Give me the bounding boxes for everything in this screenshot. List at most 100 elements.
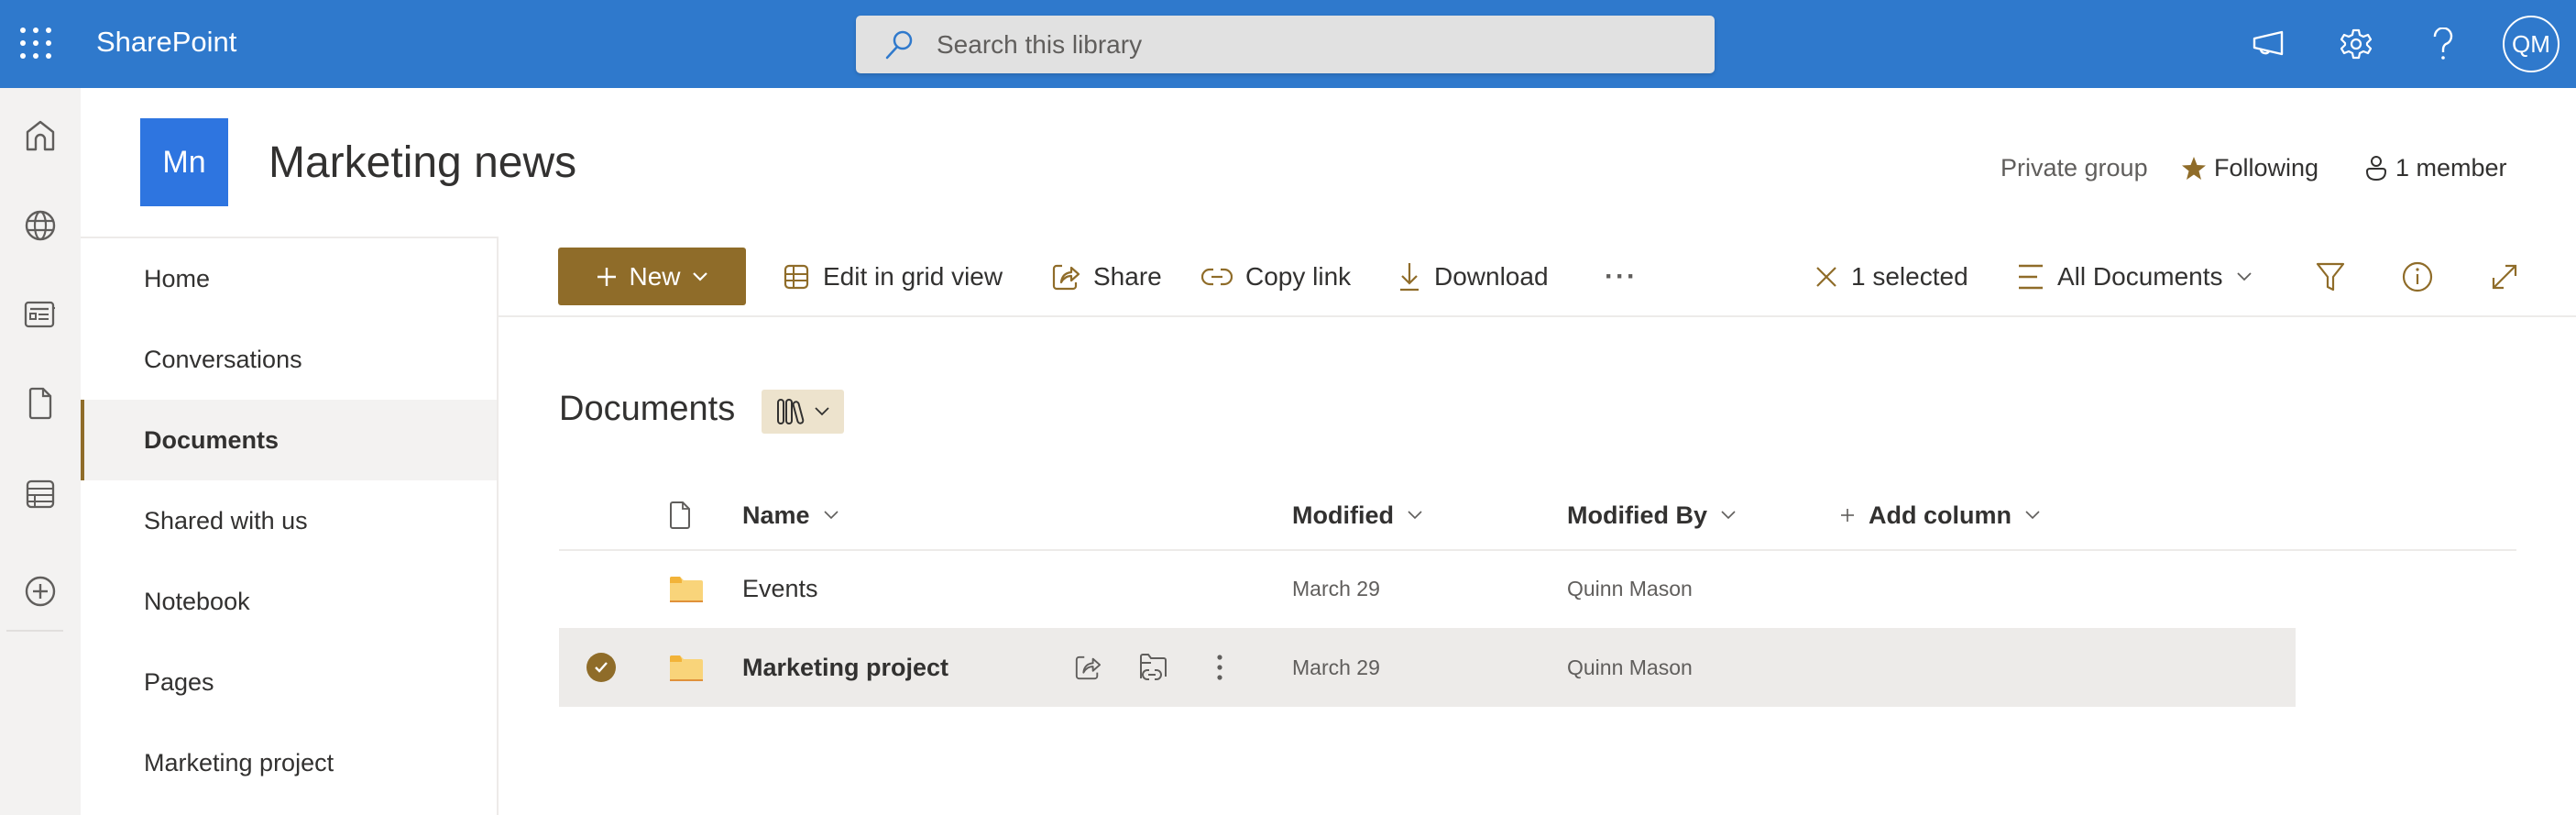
help-icon[interactable] — [2422, 23, 2464, 65]
library-view-switcher[interactable] — [762, 390, 844, 434]
name-column-header[interactable]: Name — [742, 497, 839, 534]
list-icon[interactable] — [16, 470, 64, 518]
gear-icon[interactable] — [2335, 23, 2377, 65]
grid-icon — [784, 264, 809, 289]
row-checkbox-checked[interactable] — [586, 653, 616, 682]
chevron-down-icon — [823, 511, 839, 520]
site-navigation: Home Conversations Documents Shared with… — [81, 237, 499, 815]
file-name-link[interactable]: Marketing project — [742, 628, 948, 707]
chevron-down-icon — [1721, 511, 1736, 520]
chevron-down-icon — [2025, 511, 2040, 520]
close-icon — [1816, 266, 1836, 287]
home-icon[interactable] — [16, 112, 64, 160]
file-type-icon — [670, 501, 690, 529]
privacy-label: Private group — [2001, 154, 2148, 182]
link-icon — [1201, 268, 1233, 285]
nav-item-conversations[interactable]: Conversations — [81, 319, 497, 400]
follow-label: Following — [2214, 154, 2319, 182]
row-more-options-icon[interactable] — [1200, 648, 1239, 687]
chevron-down-icon — [2236, 271, 2252, 281]
copy-link-label: Copy link — [1245, 261, 1352, 291]
nav-item-documents[interactable]: Documents — [81, 400, 497, 480]
follow-button[interactable]: Following — [2181, 154, 2318, 182]
nav-item-pages[interactable]: Pages — [81, 642, 497, 722]
folder-icon — [670, 655, 703, 681]
members-button[interactable]: 1 member — [2364, 154, 2507, 182]
plus-icon — [1841, 509, 1854, 522]
download-icon — [1400, 262, 1419, 291]
filter-button[interactable] — [2316, 248, 2345, 305]
name-column-label: Name — [742, 501, 810, 529]
share-label: Share — [1093, 261, 1162, 291]
info-icon — [2402, 261, 2433, 292]
modified-by[interactable]: Quinn Mason — [1567, 628, 1693, 707]
view-label: All Documents — [2057, 261, 2223, 291]
members-label: 1 member — [2395, 154, 2507, 182]
fullscreen-button[interactable] — [2490, 248, 2519, 305]
nav-item-home[interactable]: Home — [81, 238, 497, 319]
edit-grid-label: Edit in grid view — [823, 261, 1003, 291]
list-row-selected[interactable]: Marketing project March 29 Quinn Mason — [559, 628, 2296, 707]
search-box[interactable] — [856, 16, 1715, 73]
star-filled-icon — [2182, 156, 2206, 180]
row-share-icon[interactable] — [1069, 648, 1107, 687]
user-avatar[interactable]: QM — [2503, 16, 2560, 72]
modified-date: March 29 — [1292, 655, 1380, 679]
expand-icon — [2492, 264, 2517, 289]
app-launcher-waffle-icon[interactable] — [20, 28, 53, 61]
file-name-link[interactable]: Events — [742, 549, 818, 628]
modified-by-column-label: Modified By — [1567, 501, 1707, 529]
site-logo[interactable]: Mn — [140, 118, 228, 206]
suite-header: SharePoint QM — [0, 0, 2576, 88]
file-icon[interactable] — [16, 380, 64, 427]
share-button[interactable]: Share — [1051, 248, 1162, 305]
rail-divider — [6, 630, 63, 632]
command-bar: New Edit in grid view Share Copy link Do… — [499, 237, 2576, 317]
download-button[interactable]: Download — [1398, 248, 1549, 305]
more-actions-button[interactable]: ··· — [1605, 248, 1638, 305]
globe-icon[interactable] — [16, 202, 64, 249]
new-button[interactable]: New — [558, 248, 746, 305]
file-type-column-header[interactable] — [669, 497, 691, 534]
app-brand[interactable]: SharePoint — [96, 26, 236, 59]
modified-by[interactable]: Quinn Mason — [1567, 549, 1693, 628]
view-list-icon — [2019, 264, 2043, 289]
news-icon[interactable] — [16, 291, 64, 338]
selected-count: 1 selected — [1851, 261, 1968, 291]
nav-item-marketing-project[interactable]: Marketing project — [81, 722, 497, 803]
checkmark-icon — [595, 662, 608, 673]
plus-icon — [597, 267, 617, 286]
edit-grid-view-button[interactable]: Edit in grid view — [783, 248, 1003, 305]
new-label: New — [629, 261, 681, 291]
list-row[interactable]: Events March 29 Quinn Mason — [559, 549, 2296, 628]
share-icon — [1052, 264, 1080, 290]
add-column-label: Add column — [1869, 501, 2011, 529]
view-selector[interactable]: All Documents — [2017, 248, 2253, 305]
nav-item-shared-with-us[interactable]: Shared with us — [81, 480, 497, 561]
modified-date: March 29 — [1292, 576, 1380, 600]
add-circle-icon[interactable] — [16, 567, 64, 615]
chevron-down-icon — [692, 271, 707, 281]
modified-column-header[interactable]: Modified — [1292, 497, 1423, 534]
modified-column-label: Modified — [1292, 501, 1394, 529]
download-label: Download — [1434, 261, 1549, 291]
info-button[interactable] — [2402, 248, 2433, 305]
library-icon — [777, 399, 805, 424]
chevron-down-icon — [1408, 511, 1422, 520]
search-input[interactable] — [937, 27, 1688, 63]
modified-by-column-header[interactable]: Modified By — [1567, 497, 1737, 534]
library-title: Documents — [559, 390, 736, 428]
clear-selection-button[interactable]: 1 selected — [1814, 248, 1968, 305]
add-column-button[interactable]: Add column — [1839, 497, 2041, 534]
nav-item-notebook[interactable]: Notebook — [81, 561, 497, 642]
megaphone-icon[interactable] — [2248, 23, 2290, 65]
site-title[interactable]: Marketing news — [269, 138, 576, 188]
app-rail — [0, 88, 81, 815]
person-icon — [2365, 155, 2387, 181]
chevron-down-icon — [815, 407, 829, 416]
copy-link-button[interactable]: Copy link — [1201, 248, 1351, 305]
privacy-text: Private group — [2001, 154, 2148, 182]
folder-icon — [670, 577, 703, 602]
row-copy-link-icon[interactable] — [1135, 648, 1173, 687]
filter-icon — [2316, 262, 2345, 291]
